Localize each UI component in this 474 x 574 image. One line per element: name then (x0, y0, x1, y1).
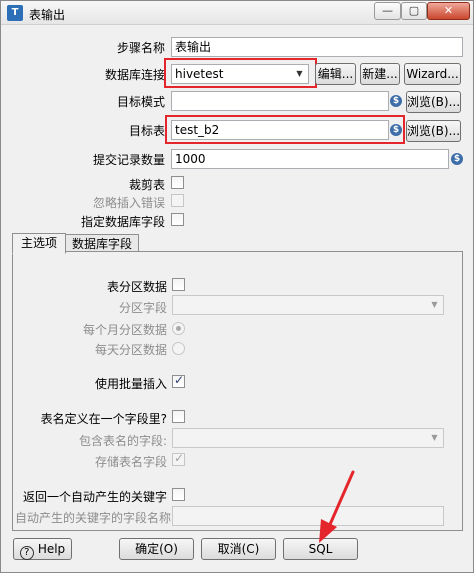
annotation-arrow-icon (319, 470, 355, 543)
table-output-dialog: T 表输出 — ▢ ✕ 步骤名称 表输出 数据库连接 hivetest ▼ 编辑… (0, 0, 474, 573)
tab-main-options[interactable]: 主选项 (12, 233, 66, 254)
